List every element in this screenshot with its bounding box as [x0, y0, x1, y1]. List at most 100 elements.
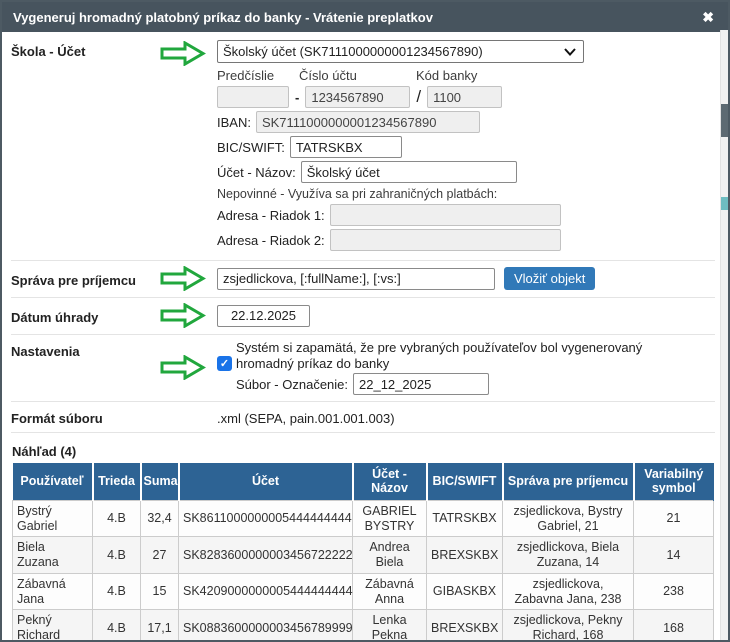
table-cell: 14: [634, 537, 714, 574]
table-cell: 4.B: [93, 500, 141, 537]
close-icon[interactable]: ✖: [702, 10, 714, 24]
payment-date-section: Dátum úhrady: [11, 298, 715, 335]
payment-date-input[interactable]: [217, 305, 310, 327]
column-header: Používateľ: [13, 463, 93, 500]
slash-separator: /: [416, 87, 421, 107]
table-cell: 15: [141, 573, 179, 610]
address-line1-label: Adresa - Riadok 1:: [217, 208, 325, 223]
pointer-arrow-icon: [160, 40, 217, 66]
file-format-value: .xml (SEPA, pain.001.001.003): [217, 407, 395, 426]
dialog-titlebar: Vygeneruj hromadný platobný príkaz do ba…: [2, 2, 728, 32]
dialog-title: Vygeneruj hromadný platobný príkaz do ba…: [13, 10, 433, 25]
payment-order-dialog: Vygeneruj hromadný platobný príkaz do ba…: [0, 0, 730, 642]
address-line1-input: [330, 204, 561, 226]
table-cell: BREXSKBX: [427, 537, 503, 574]
table-cell: zsjedlickova, Zabavna Jana, 238: [503, 573, 634, 610]
file-format-label: Formát súboru: [11, 407, 160, 426]
dialog-body: Škola - Účet Školský účet (SK71110000000…: [2, 32, 728, 642]
school-account-select[interactable]: Školský účet (SK7111000000001234567890): [217, 40, 584, 63]
remember-text-line2: hromadný príkaz do banky: [236, 356, 389, 371]
insert-object-button[interactable]: Vložiť objekt: [504, 267, 595, 290]
table-cell: 32,4: [141, 500, 179, 537]
table-cell: Biela Zuzana: [13, 537, 93, 574]
column-header: BIC/SWIFT: [427, 463, 503, 500]
table-cell: BREXSKBX: [427, 610, 503, 642]
table-cell: SK4209000000005444444444: [179, 573, 353, 610]
recipient-message-label: Správa pre príjemcu: [11, 269, 160, 288]
table-cell: 238: [634, 573, 714, 610]
table-cell: 168: [634, 610, 714, 642]
account-number-input: [305, 86, 410, 108]
payment-date-label: Dátum úhrady: [11, 306, 160, 325]
iban-input: [256, 111, 480, 133]
table-cell: 27: [141, 537, 179, 574]
table-cell: zsjedlickova, Pekny Richard, 168: [503, 610, 634, 642]
prefix-label: Predčíslie: [217, 68, 299, 83]
settings-section: Nastavenia Systém si zapamätá, že pre vy…: [11, 335, 715, 402]
chevron-down-icon: [564, 44, 576, 59]
table-row: Zábavná Jana4.B15SK420900000000544444444…: [13, 573, 714, 610]
preview-table: PoužívateľTriedaSumaÚčetÚčet - NázovBIC/…: [12, 463, 714, 642]
preview-section: Náhľad (4) PoužívateľTriedaSumaÚčetÚčet …: [11, 433, 715, 642]
table-cell: TATRSKBX: [427, 500, 503, 537]
column-header: Suma: [141, 463, 179, 500]
file-format-section: Formát súboru .xml (SEPA, pain.001.001.0…: [11, 402, 715, 433]
account-name-label: Účet - Názov:: [217, 165, 296, 180]
school-account-label: Škola - Účet: [11, 40, 160, 59]
table-cell: 21: [634, 500, 714, 537]
table-cell: Pekný Richard: [13, 610, 93, 642]
table-cell: 4.B: [93, 573, 141, 610]
table-cell: Lenka Pekna: [353, 610, 427, 642]
table-cell: zsjedlickova, Bystry Gabriel, 21: [503, 500, 634, 537]
scrollbar-marker: [721, 197, 728, 210]
table-cell: GABRIEL BYSTRY: [353, 500, 427, 537]
account-name-input[interactable]: [301, 161, 517, 183]
scrollbar[interactable]: [720, 30, 728, 640]
table-cell: Andrea Biela: [353, 537, 427, 574]
prefix-input: [217, 86, 289, 108]
dash-separator: -: [295, 90, 299, 105]
address-line2-label: Adresa - Riadok 2:: [217, 233, 325, 248]
table-row: Bystrý Gabriel4.B32,4SK86110000000054444…: [13, 500, 714, 537]
table-cell: SK8283600000003456722222: [179, 537, 353, 574]
iban-label: IBAN:: [217, 115, 251, 130]
table-cell: zsjedlickova, Biela Zuzana, 14: [503, 537, 634, 574]
recipient-message-input[interactable]: [217, 268, 495, 290]
pointer-arrow-icon: [160, 266, 217, 291]
pointer-arrow-icon: [160, 340, 217, 380]
bic-input[interactable]: [290, 136, 402, 158]
file-name-label: Súbor - Označenie:: [236, 377, 348, 392]
settings-label: Nastavenia: [11, 340, 160, 359]
remember-text-line1: Systém si zapamätá, že pre vybraných pou…: [236, 340, 715, 355]
table-cell: GIBASKBX: [427, 573, 503, 610]
pointer-arrow-icon: [160, 303, 217, 328]
table-cell: Bystrý Gabriel: [13, 500, 93, 537]
school-account-section: Škola - Účet Školský účet (SK71110000000…: [11, 35, 715, 261]
bank-code-label: Kód banky: [416, 68, 477, 83]
table-cell: SK8611000000005444444444: [179, 500, 353, 537]
bank-code-input: [427, 86, 502, 108]
column-header: Správa pre príjemcu: [503, 463, 634, 500]
address-line2-input: [330, 229, 561, 251]
table-row: Pekný Richard4.B17,1SK088360000000345678…: [13, 610, 714, 642]
scrollbar-thumb[interactable]: [721, 104, 728, 137]
remember-checkbox[interactable]: [217, 356, 232, 371]
column-header: Variabilný symbol: [634, 463, 714, 500]
file-name-input[interactable]: [353, 373, 489, 395]
table-header-row: PoužívateľTriedaSumaÚčetÚčet - NázovBIC/…: [13, 463, 714, 500]
preview-title: Náhľad (4): [12, 444, 715, 459]
table-cell: 4.B: [93, 610, 141, 642]
table-cell: SK0883600000003456789999: [179, 610, 353, 642]
account-number-label: Číslo účtu: [299, 68, 416, 83]
table-row: Biela Zuzana4.B27SK828360000000345672222…: [13, 537, 714, 574]
column-header: Účet - Názov: [353, 463, 427, 500]
bic-label: BIC/SWIFT:: [217, 140, 285, 155]
table-cell: Zábavná Anna: [353, 573, 427, 610]
recipient-message-section: Správa pre príjemcu Vložiť objekt: [11, 261, 715, 298]
optional-note: Nepovinné - Využíva sa pri zahraničných …: [217, 187, 715, 201]
column-header: Trieda: [93, 463, 141, 500]
school-account-select-value: Školský účet (SK7111000000001234567890): [223, 44, 483, 59]
table-cell: Zábavná Jana: [13, 573, 93, 610]
column-header: Účet: [179, 463, 353, 500]
table-cell: 17,1: [141, 610, 179, 642]
